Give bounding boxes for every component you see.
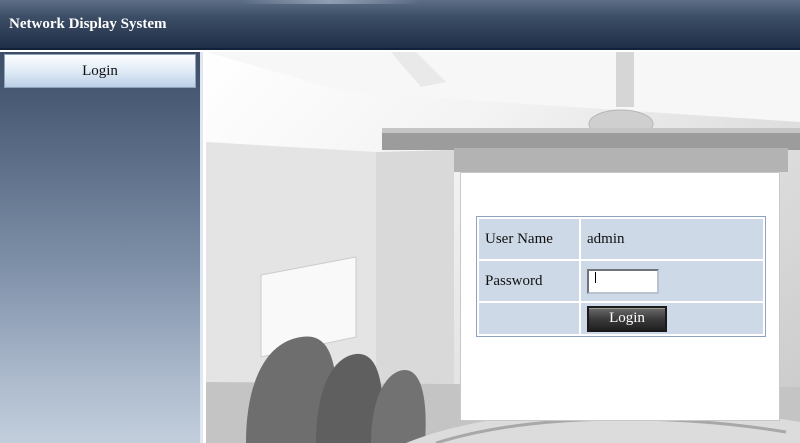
screen-roller — [454, 148, 788, 172]
screen-housing-top — [382, 128, 800, 133]
app-header: Network Display System — [0, 0, 800, 50]
password-label: Password — [479, 261, 579, 301]
username-value: admin — [581, 219, 763, 259]
submit-cell: Login — [581, 303, 763, 334]
projector-pole — [616, 52, 634, 107]
text-caret — [595, 271, 596, 283]
password-cell — [581, 261, 763, 301]
app-title: Network Display System — [9, 16, 167, 32]
main-content: User Name admin Password Login — [206, 52, 800, 443]
ceiling — [206, 52, 800, 122]
login-form: User Name admin Password Login — [476, 216, 766, 337]
username-label: User Name — [479, 219, 579, 259]
projection-screen: User Name admin Password Login — [460, 172, 780, 421]
sidebar: Login — [0, 52, 203, 443]
header-highlight — [240, 0, 420, 4]
password-input[interactable] — [587, 268, 659, 294]
empty-cell — [479, 303, 579, 334]
login-button[interactable]: Login — [587, 305, 667, 332]
sidebar-item-login[interactable]: Login — [4, 54, 196, 88]
